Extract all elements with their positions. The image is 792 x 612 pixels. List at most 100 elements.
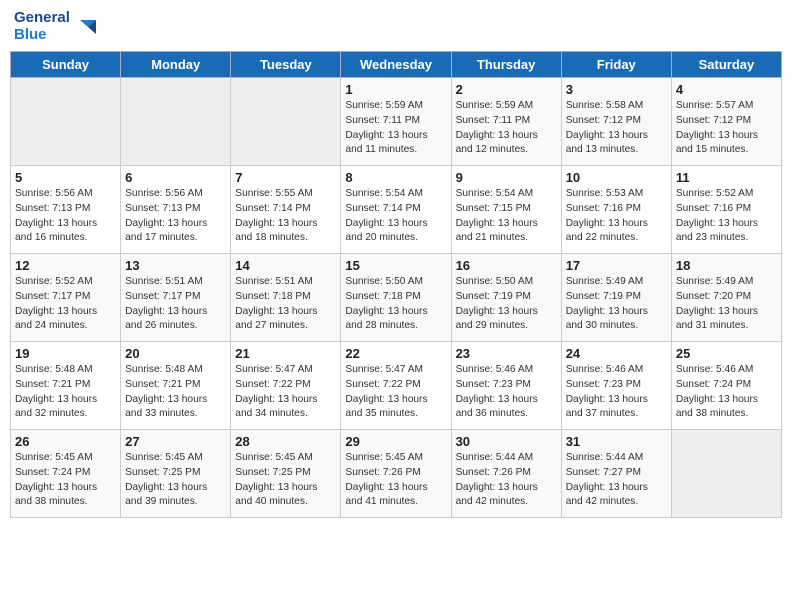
day-number: 10 <box>566 170 667 185</box>
calendar-day-6: 6 Sunrise: 5:56 AMSunset: 7:13 PMDaylight… <box>121 166 231 254</box>
day-info: Sunrise: 5:56 AMSunset: 7:13 PMDaylight:… <box>125 187 226 246</box>
day-info: Sunrise: 5:46 AMSunset: 7:23 PMDaylight:… <box>566 363 667 422</box>
day-number: 7 <box>235 170 336 185</box>
calendar-day-19: 19 Sunrise: 5:48 AMSunset: 7:21 PMDayligh… <box>11 342 121 430</box>
day-info: Sunrise: 5:52 AMSunset: 7:17 PMDaylight:… <box>15 275 116 334</box>
day-info: Sunrise: 5:46 AMSunset: 7:23 PMDaylight:… <box>456 363 557 422</box>
calendar-day-1: 1 Sunrise: 5:59 AMSunset: 7:11 PMDaylight… <box>341 78 451 166</box>
day-number: 3 <box>566 82 667 97</box>
day-number: 15 <box>345 258 446 273</box>
calendar-day-3: 3 Sunrise: 5:58 AMSunset: 7:12 PMDaylight… <box>561 78 671 166</box>
day-info: Sunrise: 5:59 AMSunset: 7:11 PMDaylight:… <box>345 99 446 158</box>
day-info: Sunrise: 5:48 AMSunset: 7:21 PMDaylight:… <box>15 363 116 422</box>
calendar-day-4: 4 Sunrise: 5:57 AMSunset: 7:12 PMDaylight… <box>671 78 781 166</box>
day-number: 2 <box>456 82 557 97</box>
calendar-day-12: 12 Sunrise: 5:52 AMSunset: 7:17 PMDayligh… <box>11 254 121 342</box>
day-number: 17 <box>566 258 667 273</box>
day-info: Sunrise: 5:50 AMSunset: 7:18 PMDaylight:… <box>345 275 446 334</box>
logo-text: General Blue <box>14 10 70 43</box>
logo-blue: Blue <box>14 26 47 43</box>
day-number: 12 <box>15 258 116 273</box>
calendar-day-11: 11 Sunrise: 5:52 AMSunset: 7:16 PMDayligh… <box>671 166 781 254</box>
day-number: 1 <box>345 82 446 97</box>
day-info: Sunrise: 5:49 AMSunset: 7:19 PMDaylight:… <box>566 275 667 334</box>
day-info: Sunrise: 5:45 AMSunset: 7:25 PMDaylight:… <box>235 451 336 510</box>
day-info: Sunrise: 5:57 AMSunset: 7:12 PMDaylight:… <box>676 99 777 158</box>
day-info: Sunrise: 5:59 AMSunset: 7:11 PMDaylight:… <box>456 99 557 158</box>
day-info: Sunrise: 5:47 AMSunset: 7:22 PMDaylight:… <box>345 363 446 422</box>
calendar-day-17: 17 Sunrise: 5:49 AMSunset: 7:19 PMDayligh… <box>561 254 671 342</box>
calendar-day-15: 15 Sunrise: 5:50 AMSunset: 7:18 PMDayligh… <box>341 254 451 342</box>
calendar-day-22: 22 Sunrise: 5:47 AMSunset: 7:22 PMDayligh… <box>341 342 451 430</box>
calendar-day-25: 25Sunrise: 5:46 AMSunset: 7:24 PMDayligh… <box>671 342 781 430</box>
day-number: 30 <box>456 434 557 449</box>
day-info: Sunrise: 5:46 AMSunset: 7:24 PMDaylight:… <box>676 363 777 422</box>
day-info: Sunrise: 5:58 AMSunset: 7:12 PMDaylight:… <box>566 99 667 158</box>
day-number: 4 <box>676 82 777 97</box>
day-info: Sunrise: 5:48 AMSunset: 7:21 PMDaylight:… <box>125 363 226 422</box>
calendar-day-30: 30 Sunrise: 5:44 AMSunset: 7:26 PMDayligh… <box>451 430 561 518</box>
calendar-week-2: 12 Sunrise: 5:52 AMSunset: 7:17 PMDayligh… <box>11 254 782 342</box>
calendar-day-2: 2 Sunrise: 5:59 AMSunset: 7:11 PMDaylight… <box>451 78 561 166</box>
day-number: 13 <box>125 258 226 273</box>
day-info: Sunrise: 5:44 AMSunset: 7:27 PMDaylight:… <box>566 451 667 510</box>
day-header-tuesday: Tuesday <box>231 52 341 78</box>
day-number: 29 <box>345 434 446 449</box>
calendar-empty <box>671 430 781 518</box>
day-info: Sunrise: 5:44 AMSunset: 7:26 PMDaylight:… <box>456 451 557 510</box>
calendar-week-4: 26Sunrise: 5:45 AMSunset: 7:24 PMDayligh… <box>11 430 782 518</box>
calendar-day-5: 5 Sunrise: 5:56 AMSunset: 7:13 PMDaylight… <box>11 166 121 254</box>
day-header-thursday: Thursday <box>451 52 561 78</box>
calendar-week-1: 5 Sunrise: 5:56 AMSunset: 7:13 PMDaylight… <box>11 166 782 254</box>
calendar-day-10: 10 Sunrise: 5:53 AMSunset: 7:16 PMDayligh… <box>561 166 671 254</box>
days-header-row: SundayMondayTuesdayWednesdayThursdayFrid… <box>11 52 782 78</box>
calendar-day-18: 18Sunrise: 5:49 AMSunset: 7:20 PMDayligh… <box>671 254 781 342</box>
day-header-monday: Monday <box>121 52 231 78</box>
calendar-day-14: 14 Sunrise: 5:51 AMSunset: 7:18 PMDayligh… <box>231 254 341 342</box>
day-info: Sunrise: 5:53 AMSunset: 7:16 PMDaylight:… <box>566 187 667 246</box>
calendar-day-13: 13 Sunrise: 5:51 AMSunset: 7:17 PMDayligh… <box>121 254 231 342</box>
day-number: 31 <box>566 434 667 449</box>
logo: General Blue <box>14 10 96 43</box>
day-header-friday: Friday <box>561 52 671 78</box>
day-info: Sunrise: 5:51 AMSunset: 7:18 PMDaylight:… <box>235 275 336 334</box>
day-number: 14 <box>235 258 336 273</box>
day-number: 19 <box>15 346 116 361</box>
calendar-week-0: 1 Sunrise: 5:59 AMSunset: 7:11 PMDaylight… <box>11 78 782 166</box>
day-info: Sunrise: 5:47 AMSunset: 7:22 PMDaylight:… <box>235 363 336 422</box>
day-number: 28 <box>235 434 336 449</box>
day-number: 16 <box>456 258 557 273</box>
calendar-empty <box>121 78 231 166</box>
day-info: Sunrise: 5:49 AMSunset: 7:20 PMDaylight:… <box>676 275 777 334</box>
calendar-day-23: 23 Sunrise: 5:46 AMSunset: 7:23 PMDayligh… <box>451 342 561 430</box>
calendar-day-7: 7 Sunrise: 5:55 AMSunset: 7:14 PMDaylight… <box>231 166 341 254</box>
calendar-header: General Blue <box>10 10 782 43</box>
day-number: 23 <box>456 346 557 361</box>
day-info: Sunrise: 5:51 AMSunset: 7:17 PMDaylight:… <box>125 275 226 334</box>
day-number: 24 <box>566 346 667 361</box>
calendar-week-3: 19 Sunrise: 5:48 AMSunset: 7:21 PMDayligh… <box>11 342 782 430</box>
day-info: Sunrise: 5:45 AMSunset: 7:24 PMDaylight:… <box>15 451 116 510</box>
day-number: 9 <box>456 170 557 185</box>
day-info: Sunrise: 5:50 AMSunset: 7:19 PMDaylight:… <box>456 275 557 334</box>
calendar-day-28: 28 Sunrise: 5:45 AMSunset: 7:25 PMDayligh… <box>231 430 341 518</box>
day-info: Sunrise: 5:54 AMSunset: 7:15 PMDaylight:… <box>456 187 557 246</box>
day-info: Sunrise: 5:52 AMSunset: 7:16 PMDaylight:… <box>676 187 777 246</box>
calendar-day-24: 24 Sunrise: 5:46 AMSunset: 7:23 PMDayligh… <box>561 342 671 430</box>
day-number: 22 <box>345 346 446 361</box>
day-info: Sunrise: 5:56 AMSunset: 7:13 PMDaylight:… <box>15 187 116 246</box>
calendar-table: SundayMondayTuesdayWednesdayThursdayFrid… <box>10 51 782 518</box>
day-number: 6 <box>125 170 226 185</box>
logo-general: General <box>14 9 70 26</box>
day-info: Sunrise: 5:54 AMSunset: 7:14 PMDaylight:… <box>345 187 446 246</box>
day-number: 5 <box>15 170 116 185</box>
day-header-wednesday: Wednesday <box>341 52 451 78</box>
day-info: Sunrise: 5:55 AMSunset: 7:14 PMDaylight:… <box>235 187 336 246</box>
calendar-day-31: 31 Sunrise: 5:44 AMSunset: 7:27 PMDayligh… <box>561 430 671 518</box>
calendar-empty <box>231 78 341 166</box>
calendar-day-16: 16 Sunrise: 5:50 AMSunset: 7:19 PMDayligh… <box>451 254 561 342</box>
day-number: 20 <box>125 346 226 361</box>
day-info: Sunrise: 5:45 AMSunset: 7:26 PMDaylight:… <box>345 451 446 510</box>
calendar-day-26: 26Sunrise: 5:45 AMSunset: 7:24 PMDayligh… <box>11 430 121 518</box>
day-number: 11 <box>676 170 777 185</box>
